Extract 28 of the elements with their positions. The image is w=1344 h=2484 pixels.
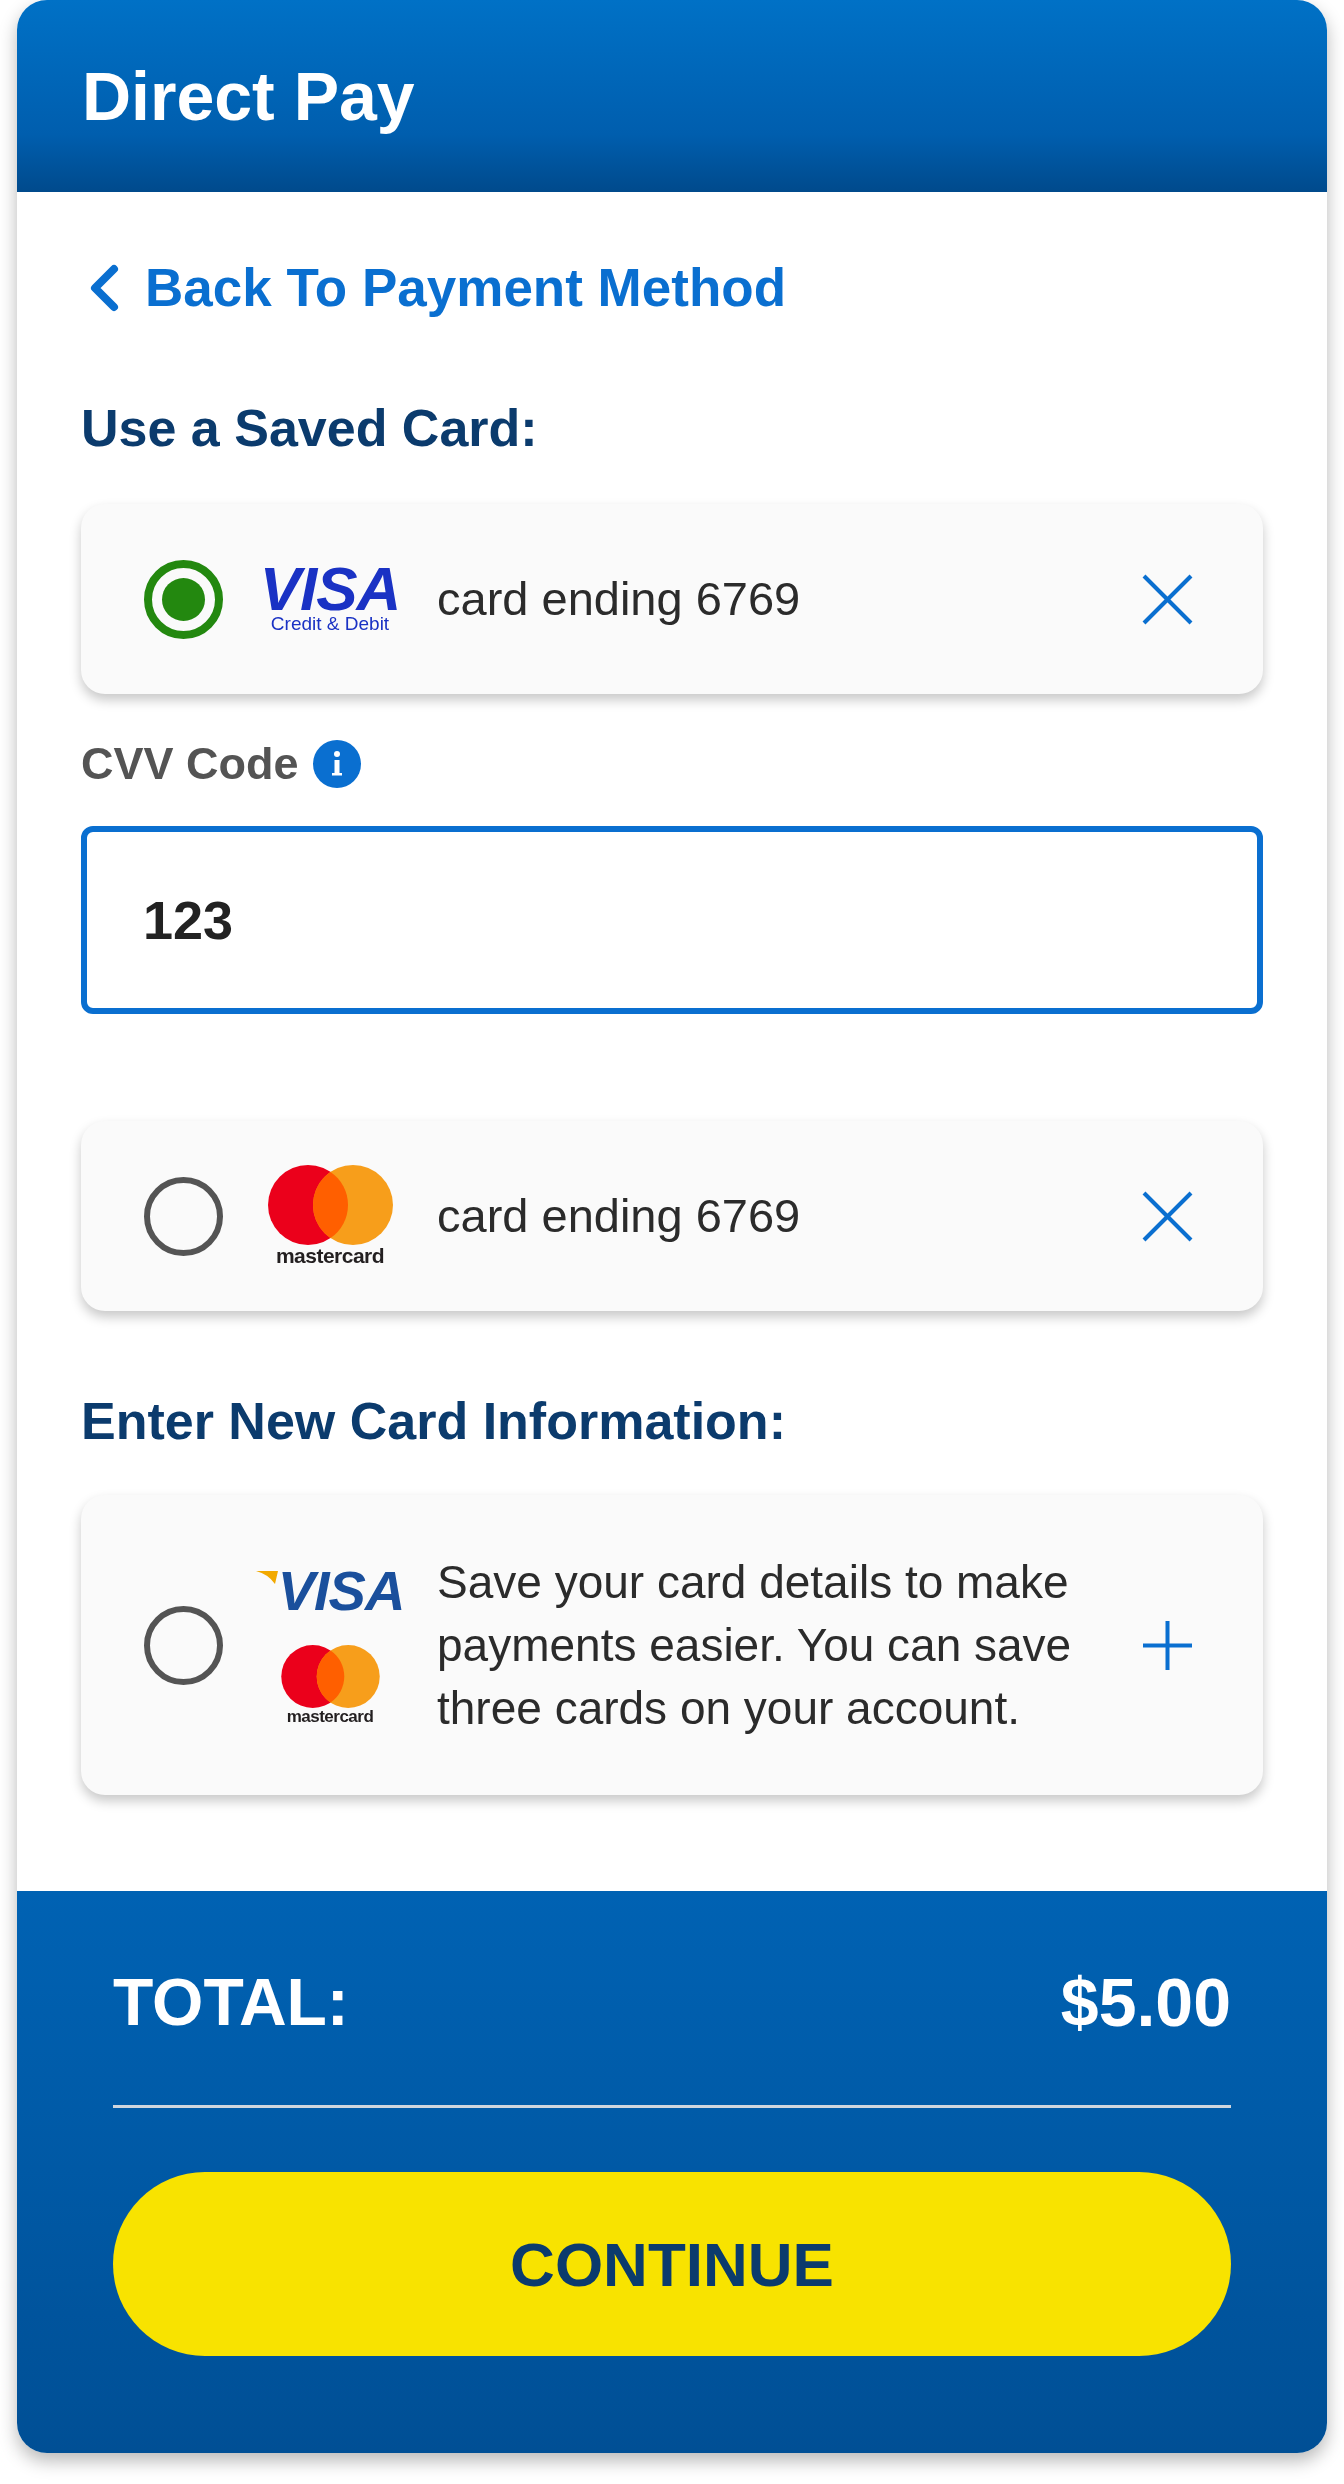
section-heading: Enter New Card Information: (81, 1391, 787, 1452)
cvv-label: CVV Code (81, 737, 299, 791)
overlapping-circles-icon (280, 1644, 380, 1708)
save-card-description: Save your card details to make payments easier. You can save three cards on your account. (437, 1554, 1073, 1736)
continue-button[interactable]: CONTINUE (113, 2172, 1231, 2356)
section-heading: Use a Saved Card: (81, 398, 539, 459)
swoosh-icon (255, 1570, 278, 1584)
card-label: card ending 6769 (437, 571, 802, 627)
plus-icon[interactable] (1141, 1618, 1194, 1672)
brand-tagline: Credit & Debit (270, 614, 390, 634)
header-title: Direct Pay (82, 57, 415, 136)
back-link[interactable]: Back To Payment Method (81, 256, 787, 320)
total-amount: $5.00 (1060, 1963, 1231, 2042)
chevron-left-icon (89, 264, 119, 312)
total-label: TOTAL: (113, 1964, 349, 2041)
card-label: card ending 6769 (437, 1188, 802, 1244)
brand-wordmark: VISA (277, 1564, 405, 1617)
close-icon[interactable] (1141, 572, 1194, 626)
brand-wordmark: mastercard (275, 1245, 385, 1267)
radio-button[interactable] (144, 559, 223, 639)
radio-button[interactable] (144, 1605, 223, 1685)
overlapping-circles-icon (267, 1165, 393, 1245)
close-icon[interactable] (1141, 1189, 1194, 1243)
brand-wordmark: mastercard (286, 1707, 374, 1726)
radio-button[interactable] (144, 1176, 223, 1256)
cvv-input[interactable]: 123 (81, 826, 1263, 1014)
brand-wordmark: VISA (259, 564, 401, 614)
info-icon[interactable] (312, 740, 361, 788)
